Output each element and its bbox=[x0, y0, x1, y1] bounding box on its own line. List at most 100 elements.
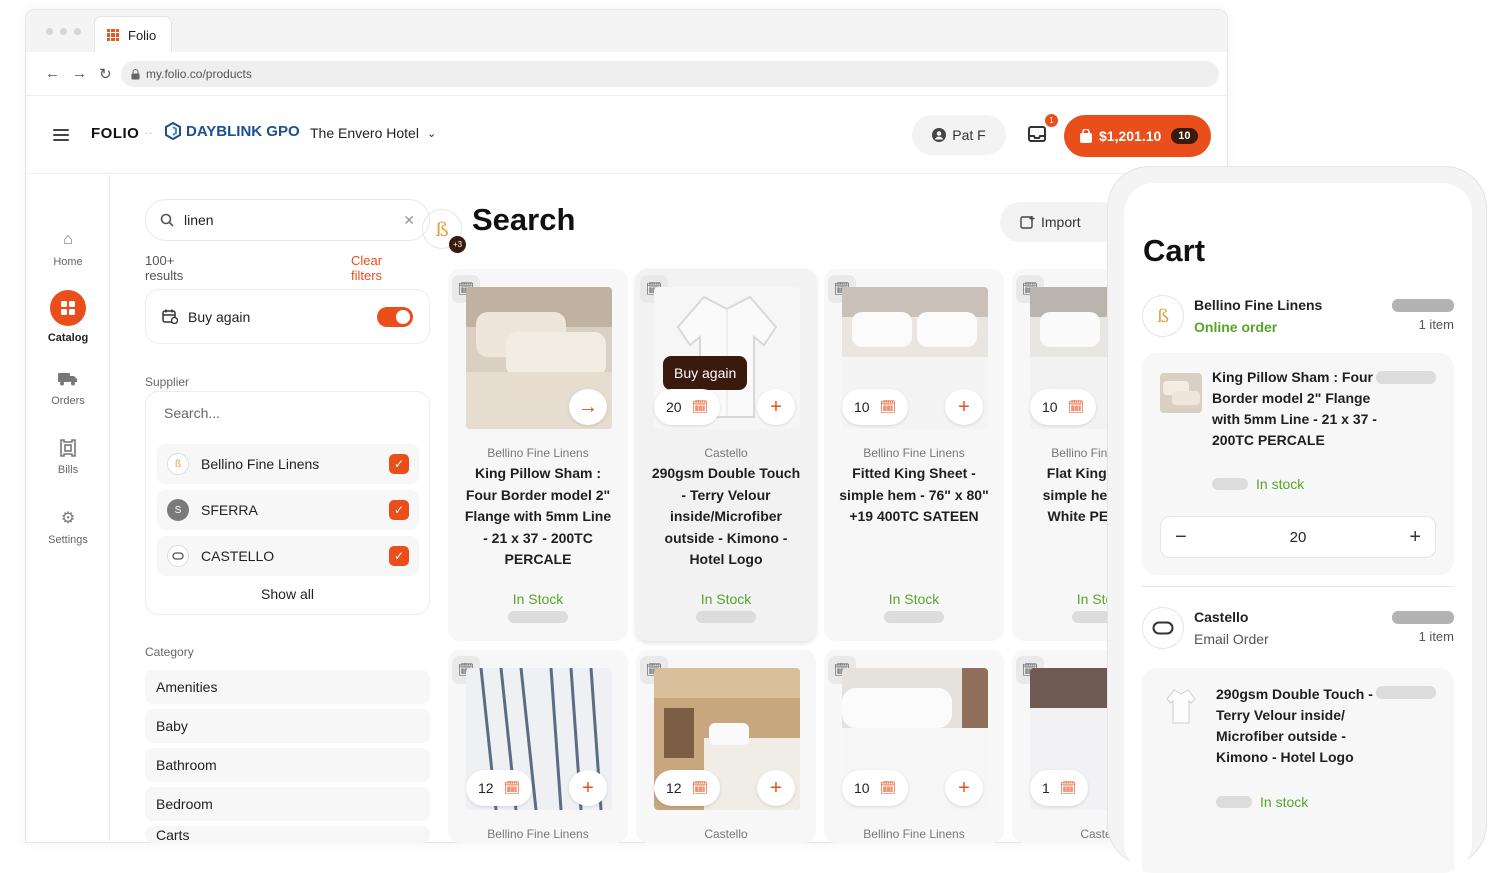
quantity-value: 10 bbox=[854, 780, 870, 796]
nav-bills[interactable]: Bills bbox=[26, 438, 110, 476]
truck-icon bbox=[58, 369, 78, 389]
checkbox-checked-icon[interactable]: ✓ bbox=[389, 546, 409, 566]
show-all-suppliers-button[interactable]: Show all bbox=[146, 586, 429, 602]
menu-icon[interactable] bbox=[53, 129, 69, 141]
nav-orders[interactable]: Orders bbox=[26, 369, 110, 407]
nav-home[interactable]: ⌂ Home bbox=[26, 230, 110, 268]
quantity-buy-again[interactable]: 10 🗓 bbox=[842, 770, 909, 806]
inbox-icon[interactable] bbox=[1027, 124, 1047, 144]
back-arrow-icon[interactable]: ← bbox=[45, 65, 60, 83]
product-name[interactable]: King Pillow Sham : Four Border model 2" … bbox=[462, 463, 614, 571]
quantity-value: 12 bbox=[478, 780, 494, 796]
browser-tab[interactable]: Folio bbox=[94, 16, 172, 53]
clear-search-icon[interactable]: ✕ bbox=[403, 212, 415, 229]
item-price-placeholder bbox=[1376, 371, 1436, 384]
product-supplier: Castello bbox=[704, 446, 748, 460]
import-label: Import bbox=[1041, 214, 1081, 230]
quantity-buy-again[interactable]: 12 🗓 bbox=[466, 770, 533, 806]
nav-catalog[interactable]: Catalog bbox=[26, 290, 110, 344]
supplier-option-castello[interactable]: CASTELLO ✓ bbox=[157, 536, 419, 576]
quantity-buy-again[interactable]: 10 🗓 bbox=[842, 389, 909, 425]
product-card[interactable]: 🗓 12 🗓 + Bellino Fine Linens bbox=[448, 650, 628, 843]
product-card[interactable]: 🗓 10 🗓 + Bellino Fine Linens Fitted King… bbox=[824, 269, 1004, 641]
checkbox-checked-icon[interactable]: ✓ bbox=[389, 500, 409, 520]
calendar-repeat-icon[interactable]: 🗓 bbox=[1068, 399, 1085, 415]
category-bedroom[interactable]: Bedroom bbox=[145, 787, 430, 821]
calendar-repeat-icon[interactable]: 🗓 bbox=[692, 399, 709, 415]
window-controls[interactable] bbox=[46, 28, 81, 35]
brand-separator: ·· bbox=[144, 125, 153, 140]
product-supplier: Bellino Fine Linens bbox=[487, 827, 589, 841]
calendar-repeat-icon[interactable]: 🗓 bbox=[1060, 780, 1077, 796]
cart-item-name[interactable]: King Pillow Sham : Four Border model 2" … bbox=[1212, 367, 1382, 451]
cart-item-stock: In stock bbox=[1212, 476, 1304, 492]
category-carts[interactable]: Carts bbox=[145, 826, 430, 843]
folio-logo[interactable]: FOLIO bbox=[91, 125, 139, 142]
bellino-logo-icon: ß bbox=[1142, 295, 1184, 337]
quantity-buy-again[interactable]: 1 🗓 bbox=[1030, 770, 1089, 806]
product-name[interactable]: Fitted King Sheet - simple hem - 76" x 8… bbox=[838, 463, 990, 528]
supplier-option-sferra[interactable]: S SFERRA ✓ bbox=[157, 490, 419, 530]
buy-again-toggle[interactable] bbox=[377, 306, 413, 327]
price-placeholder bbox=[884, 611, 944, 623]
stock-status: In Stock bbox=[700, 591, 752, 607]
buy-again-filter[interactable]: Buy again bbox=[145, 289, 430, 344]
nav-settings[interactable]: ⚙ Settings bbox=[26, 508, 110, 546]
add-to-cart-button[interactable]: + bbox=[569, 770, 607, 806]
quantity-stepper[interactable]: − 20 + bbox=[1160, 516, 1436, 558]
pillow-thumbnail bbox=[1160, 373, 1202, 413]
product-card[interactable]: 🗓 Buy again 20 🗓 + Castello 290gsm Doubl… bbox=[636, 269, 816, 641]
nav-home-label: Home bbox=[53, 256, 83, 268]
cart-vendor-bellino[interactable]: ß Bellino Fine Linens Online order 1 ite… bbox=[1142, 293, 1454, 341]
cart-vendor-castello[interactable]: Castello Email Order 1 item bbox=[1142, 605, 1454, 653]
vendor-total-placeholder bbox=[1392, 299, 1454, 312]
product-card[interactable]: 🗓 → Bellino Fine Linens King Pillow Sham… bbox=[448, 269, 628, 641]
calendar-repeat-icon[interactable]: 🗓 bbox=[880, 780, 897, 796]
quantity-value: 10 bbox=[1042, 399, 1058, 415]
sferra-logo-icon: S bbox=[167, 499, 189, 521]
quantity-value: 20 bbox=[666, 399, 682, 415]
quantity-value[interactable]: 20 bbox=[1290, 529, 1307, 546]
hotel-selector[interactable]: The Envero Hotel ⌄ bbox=[310, 125, 436, 141]
tab-title: Folio bbox=[128, 27, 157, 43]
view-product-button[interactable]: → bbox=[569, 389, 607, 425]
quantity-buy-again[interactable]: 12 🗓 bbox=[654, 770, 721, 806]
hotel-name: The Envero Hotel bbox=[310, 125, 419, 141]
quantity-buy-again[interactable]: 10 🗓 bbox=[1030, 389, 1097, 425]
buy-again-tooltip: Buy again bbox=[663, 356, 748, 390]
add-to-cart-button[interactable]: + bbox=[757, 770, 795, 806]
reload-icon[interactable]: ↻ bbox=[99, 65, 112, 83]
supplier-option-bellino[interactable]: ß Bellino Fine Linens ✓ bbox=[157, 444, 419, 484]
url-field[interactable]: my.folio.co/products bbox=[121, 61, 1219, 87]
product-supplier: Bellino Fine Linens bbox=[487, 446, 589, 460]
add-to-cart-button[interactable]: + bbox=[945, 389, 983, 425]
cart-button[interactable]: $1,201.10 10 bbox=[1064, 115, 1211, 157]
import-button[interactable]: Import bbox=[1000, 202, 1120, 242]
category-amenities[interactable]: Amenities bbox=[145, 670, 430, 704]
add-to-cart-button[interactable]: + bbox=[945, 770, 983, 806]
product-name[interactable]: 290gsm Double Touch - Terry Velour insid… bbox=[650, 463, 802, 571]
forward-arrow-icon[interactable]: → bbox=[72, 65, 87, 83]
stock-status: In Stock bbox=[888, 591, 940, 607]
calendar-repeat-icon[interactable]: 🗓 bbox=[880, 399, 897, 415]
supplier-search-input[interactable]: Search... bbox=[164, 405, 220, 421]
clear-filters-link[interactable]: Clear filters bbox=[351, 253, 382, 283]
product-card[interactable]: 🗓 10 🗓 + Bellino Fine Linens bbox=[824, 650, 1004, 843]
category-bathroom[interactable]: Bathroom bbox=[145, 748, 430, 782]
calendar-repeat-icon[interactable]: 🗓 bbox=[692, 780, 709, 796]
calendar-repeat-icon[interactable]: 🗓 bbox=[504, 780, 521, 796]
product-card[interactable]: 🗓 12 🗓 + Castello bbox=[636, 650, 816, 843]
quantity-buy-again[interactable]: 20 🗓 bbox=[654, 389, 721, 425]
user-button[interactable]: Pat F bbox=[912, 115, 1006, 155]
castello-logo-icon bbox=[1142, 607, 1184, 649]
add-to-cart-button[interactable]: + bbox=[757, 389, 795, 425]
checkbox-checked-icon[interactable]: ✓ bbox=[389, 454, 409, 474]
supplier-name: SFERRA bbox=[201, 502, 258, 518]
decrease-button[interactable]: − bbox=[1175, 526, 1187, 549]
supplier-section-label: Supplier bbox=[145, 375, 190, 389]
search-input[interactable]: linen ✕ bbox=[145, 199, 430, 241]
category-baby[interactable]: Baby bbox=[145, 709, 430, 743]
cart-item-name[interactable]: 290gsm Double Touch - Terry Velour insid… bbox=[1216, 684, 1376, 768]
increase-button[interactable]: + bbox=[1409, 526, 1421, 549]
gpo-name: DAYBLINK GPO bbox=[186, 122, 300, 140]
